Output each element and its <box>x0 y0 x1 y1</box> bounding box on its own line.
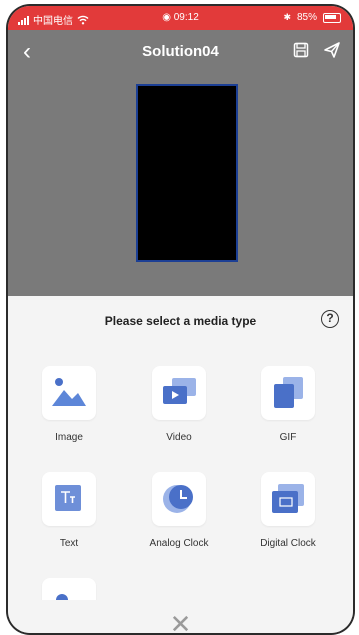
media-item-label: GIF <box>279 432 297 443</box>
status-time: 09:12 <box>173 12 199 23</box>
media-item-digital-clock[interactable]: Digital Clock <box>243 472 333 549</box>
preview-screen[interactable] <box>136 84 238 262</box>
status-right: ✱ 85% <box>283 12 341 23</box>
signal-icon <box>18 15 29 25</box>
media-item-partial[interactable] <box>24 578 114 600</box>
analog-clock-tile[interactable] <box>152 472 206 526</box>
close-icon[interactable]: ✕ <box>170 611 192 633</box>
media-item-label: Text <box>59 538 79 549</box>
status-time-group: ◉ 09:12 <box>162 12 199 23</box>
sheet-title: Please select a media type <box>104 314 257 328</box>
analog-clock-icon <box>163 485 193 513</box>
media-type-sheet: Please select a media type ? Image Video <box>8 296 353 633</box>
video-icon <box>163 378 196 404</box>
media-item-label: Image <box>55 432 83 443</box>
help-icon[interactable]: ? <box>321 310 339 328</box>
status-left: 中国电信 <box>18 12 89 27</box>
partial-tile[interactable] <box>42 578 96 600</box>
bluetooth-icon: ✱ <box>283 12 291 22</box>
video-tile[interactable] <box>152 366 206 420</box>
preview-area <box>8 74 353 298</box>
digital-clock-tile[interactable] <box>261 472 315 526</box>
carrier-label: 中国电信 <box>33 16 73 27</box>
nav-header: ‹ Solution04 <box>8 30 353 74</box>
media-item-video[interactable]: Video <box>134 366 224 443</box>
gif-tile[interactable] <box>261 366 315 420</box>
gif-icon <box>274 377 303 408</box>
media-item-label: Video <box>166 432 192 443</box>
image-icon <box>52 378 86 406</box>
media-item-text[interactable]: Text <box>24 472 114 549</box>
image-tile[interactable] <box>42 366 96 420</box>
alarm-icon: ◉ <box>162 12 171 23</box>
text-icon <box>55 485 81 511</box>
send-icon[interactable] <box>323 41 341 59</box>
wifi-icon <box>77 15 89 24</box>
media-item-image[interactable]: Image <box>24 366 114 443</box>
media-item-gif[interactable]: GIF <box>243 366 333 443</box>
phone-frame: 中国电信 ◉ 09:12 ✱ 85% ‹ Solution04 Please s… <box>8 6 353 633</box>
battery-icon <box>323 12 341 23</box>
status-bar: 中国电信 ◉ 09:12 ✱ 85% <box>8 6 353 30</box>
media-item-label: Analog Clock <box>149 538 209 549</box>
battery-percent: 85% <box>296 12 317 23</box>
text-tile[interactable] <box>42 472 96 526</box>
save-icon[interactable] <box>293 42 309 58</box>
digital-clock-icon <box>272 484 304 513</box>
partial-media-icon <box>56 594 68 600</box>
media-item-analog-clock[interactable]: Analog Clock <box>134 472 224 549</box>
media-item-label: Digital Clock <box>260 538 316 549</box>
